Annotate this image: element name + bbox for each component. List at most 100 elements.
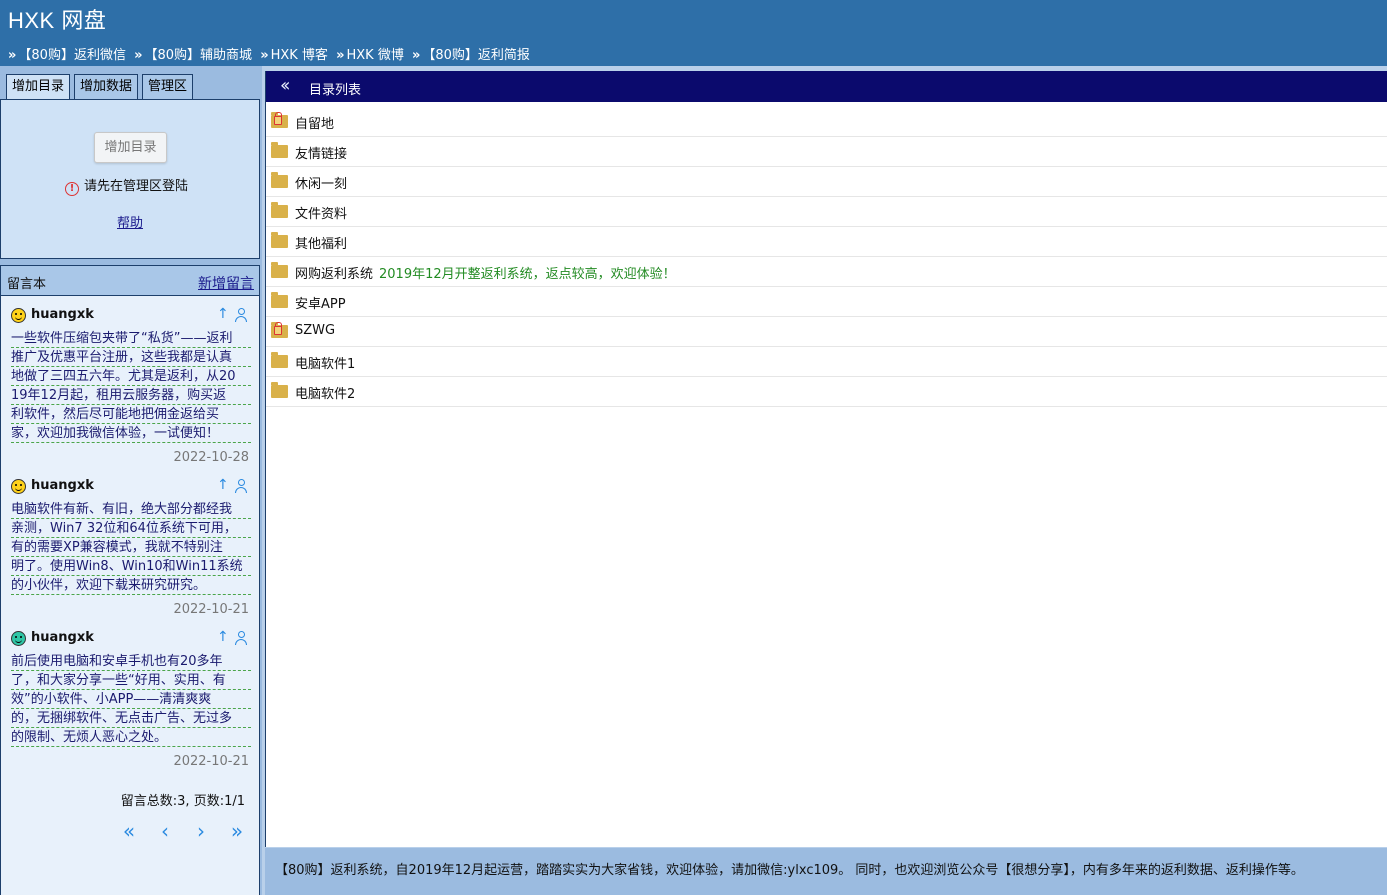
- message-line: 的，无捆绑软件、无点击广告、无过多: [11, 709, 251, 728]
- directory-row[interactable]: 休闲一刻: [266, 167, 1387, 197]
- folder-icon: [271, 262, 288, 278]
- footer-text: 【80购】返利系统，自2019年12月起运营，踏踏实实为大家省钱，欢迎体验，请加…: [275, 863, 1304, 878]
- directory-row[interactable]: 电脑软件2: [266, 377, 1387, 407]
- person-icon[interactable]: [235, 308, 247, 322]
- lock-icon: [274, 112, 282, 125]
- lock-icon: [274, 322, 282, 335]
- tab-admin[interactable]: 管理区: [142, 74, 194, 99]
- message-header: huangxk ↑: [11, 629, 251, 649]
- guestbook-body: huangxk ↑ 一些软件压缩包夹带了“私货”——返利 推广及优惠平台注册，这…: [0, 296, 260, 895]
- directory-row[interactable]: SZWG: [266, 317, 1387, 347]
- directory-row[interactable]: 文件资料: [266, 197, 1387, 227]
- message-line: 前后使用电脑和安卓手机也有20多年: [11, 652, 251, 671]
- last-page-icon[interactable]: »: [219, 819, 255, 843]
- directory-row[interactable]: 其他福利: [266, 227, 1387, 257]
- guestbook-message: huangxk ↑ 电脑软件有新、有旧，绝大部分都经我 亲测，Win7 32位和…: [11, 477, 251, 617]
- arrow-up-icon[interactable]: ↑: [217, 629, 229, 645]
- person-icon[interactable]: [235, 631, 247, 645]
- message-line: 利软件，然后尽可能地把佣金返给买: [11, 405, 251, 424]
- directory-row[interactable]: 安卓APP: [266, 287, 1387, 317]
- first-page-icon[interactable]: «: [111, 819, 147, 843]
- message-line: 明了。使用Win8、Win10和Win11系统: [11, 557, 251, 576]
- nav-link-fuzhu-shangcheng[interactable]: » 【80购】辅助商城: [134, 44, 252, 63]
- nav-link-blog[interactable]: » HXK 博客: [260, 44, 328, 63]
- double-chevron-left-icon[interactable]: ‹‹: [280, 75, 291, 96]
- nav-link-label: HXK 微博: [346, 48, 404, 63]
- message-user: huangxk: [31, 307, 94, 322]
- nav-separator: »: [134, 48, 143, 63]
- directory-row[interactable]: 电脑软件1: [266, 347, 1387, 377]
- guestbook-header: 留言本 新增留言: [0, 265, 260, 296]
- site-header: HXK 网盘 » 【80购】返利微信 » 【80购】辅助商城 » HXK 博客 » HX…: [0, 0, 1387, 66]
- guestbook-message: huangxk ↑ 一些软件压缩包夹带了“私货”——返利 推广及优惠平台注册，这…: [11, 306, 251, 465]
- directory-name: 安卓APP: [295, 297, 346, 312]
- message-line: 家，欢迎加我微信体验，一试便知！: [11, 424, 251, 443]
- message-date: 2022-10-28: [173, 450, 249, 465]
- prev-page-icon[interactable]: ‹: [147, 819, 183, 843]
- pager: «‹ ›»: [111, 819, 255, 843]
- nav-separator: »: [260, 48, 269, 63]
- login-warning: ! 请先在管理区登陆: [65, 175, 188, 196]
- nav-link-jianbao[interactable]: » 【80购】返利简报: [412, 44, 530, 63]
- nav-separator: »: [411, 48, 421, 63]
- main-header: ‹‹ 目录列表: [266, 71, 1387, 102]
- top-nav: » 【80购】返利微信 » 【80购】辅助商城 » HXK 博客 » HXK 微博 » 【…: [8, 44, 534, 63]
- message-user: huangxk: [31, 630, 94, 645]
- nav-link-weibo[interactable]: » HXK 微博: [336, 44, 404, 63]
- message-line: 电脑软件有新、有旧，绝大部分都经我: [11, 500, 251, 519]
- directory-name: 电脑软件1: [295, 357, 356, 372]
- nav-separator: »: [8, 48, 17, 63]
- directory-row[interactable]: 友情链接: [266, 137, 1387, 167]
- message-header: huangxk ↑: [11, 306, 251, 326]
- nav-link-fanli-weixin[interactable]: » 【80购】返利微信: [8, 44, 126, 63]
- message-text: 电脑软件有新、有旧，绝大部分都经我 亲测，Win7 32位和64位系统下可用， …: [11, 500, 251, 595]
- person-icon[interactable]: [235, 479, 247, 493]
- message-text: 一些软件压缩包夹带了“私货”——返利 推广及优惠平台注册，这些我都是认真 地做了…: [11, 329, 251, 443]
- arrow-up-icon[interactable]: ↑: [217, 477, 229, 493]
- smiley-icon: [11, 479, 26, 494]
- smiley-icon: [11, 631, 26, 646]
- directory-name: 自留地: [295, 117, 335, 132]
- nav-link-label: 【80购】返利简报: [422, 48, 530, 63]
- directory-name: 电脑软件2: [295, 387, 356, 402]
- add-directory-button[interactable]: 增加目录: [94, 132, 167, 163]
- message-line: 19年12月起，租用云服务器，购买返: [11, 386, 251, 405]
- directory-name: 文件资料: [295, 207, 348, 222]
- tab-add-directory[interactable]: 增加目录: [6, 74, 71, 100]
- message-header: huangxk ↑: [11, 477, 251, 497]
- message-date: 2022-10-21: [173, 754, 249, 769]
- message-line: 地做了三四五六年。尤其是返利，从20: [11, 367, 251, 386]
- locked-folder-icon: [271, 322, 288, 338]
- nav-link-label: 【80购】辅助商城: [144, 48, 253, 63]
- next-page-icon[interactable]: ›: [183, 819, 219, 843]
- guestbook-message: huangxk ↑ 前后使用电脑和安卓手机也有20多年 了，和大家分享一些“好用…: [11, 629, 251, 769]
- message-line: 推广及优惠平台注册，这些我都是认真: [11, 348, 251, 367]
- folder-icon: [271, 352, 288, 368]
- message-line: 的限制、无烦人恶心之处。: [11, 728, 251, 747]
- folder-icon: [271, 142, 288, 158]
- directory-name: 友情链接: [295, 147, 348, 162]
- site-title: HXK 网盘: [8, 8, 107, 33]
- exclamation-circle-icon: !: [65, 182, 79, 196]
- directory-list: 自留地 友情链接 休闲一刻 文件资料 其他福利 网购返利系统 2019年12月开整…: [266, 107, 1387, 407]
- message-user: huangxk: [31, 478, 94, 493]
- nav-separator: »: [336, 48, 345, 63]
- directory-row[interactable]: 自留地: [266, 107, 1387, 137]
- locked-folder-icon: [271, 112, 288, 128]
- directory-name: 其他福利: [295, 237, 348, 252]
- arrow-up-icon[interactable]: ↑: [217, 306, 229, 322]
- guestbook-title: 留言本: [7, 277, 47, 292]
- nav-link-label: 【80购】返利微信: [18, 48, 126, 63]
- directory-name: 休闲一刻: [295, 177, 348, 192]
- directory-row[interactable]: 网购返利系统 2019年12月开整返利系统，返点较高，欢迎体验！: [266, 257, 1387, 287]
- footer: 【80购】返利系统，自2019年12月起运营，踏踏实实为大家省钱，欢迎体验，请加…: [265, 848, 1387, 895]
- message-line: 亲测，Win7 32位和64位系统下可用，: [11, 519, 251, 538]
- new-message-link[interactable]: 新增留言: [198, 273, 254, 293]
- message-line: 效”的小软件、小APP——清清爽爽: [11, 690, 251, 709]
- folder-icon: [271, 382, 288, 398]
- tab-add-data[interactable]: 增加数据: [74, 74, 139, 99]
- folder-icon: [271, 202, 288, 218]
- add-directory-panel: 增加目录 ! 请先在管理区登陆 帮助: [0, 99, 260, 259]
- help-link[interactable]: 帮助: [117, 212, 143, 231]
- message-text: 前后使用电脑和安卓手机也有20多年 了，和大家分享一些“好用、实用、有 效”的小…: [11, 652, 251, 747]
